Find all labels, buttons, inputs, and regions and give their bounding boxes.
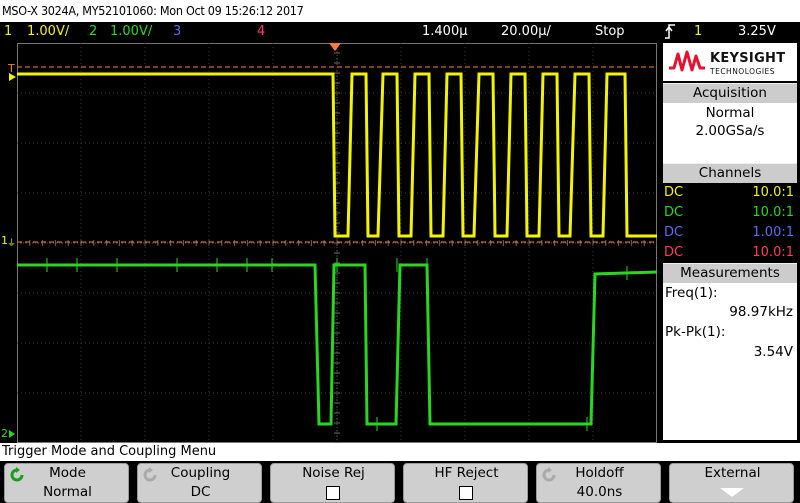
channel-probe: 1.00:1 [752, 225, 794, 240]
run-state[interactable]: Stop [595, 22, 625, 42]
acquisition-body: Normal 2.00GSa/s [663, 103, 797, 163]
softkey-noise-rej-label: Noise Rej [302, 465, 365, 481]
trigger-arrow-icon [9, 73, 16, 81]
measurement-value-pkpk: 3.54V [753, 344, 793, 360]
softkey-external[interactable]: External [669, 463, 794, 503]
title-bar: MSO-X 3024A, MY52101060: Mon Oct 09 15:2… [0, 0, 800, 22]
measurements-header: Measurements [663, 263, 797, 283]
ch2-marker-label: 2 [1, 427, 8, 440]
measurement-value-freq: 98.97kHz [729, 304, 793, 320]
measurements-body: Freq(1): 98.97kHz Pk-Pk(1): 3.54V [663, 283, 797, 440]
softkey-holdoff-label: Holdoff [575, 465, 624, 481]
time-scale[interactable]: 20.00µ/ [501, 22, 551, 42]
channels-list: DC 10.0:1 DC 10.0:1 DC 1.00:1 DC 10.0:1 [663, 183, 797, 263]
softkey-mode[interactable]: Mode Normal [4, 463, 129, 503]
ch1-number[interactable]: 1 [4, 22, 12, 42]
channel-row-4[interactable]: DC 10.0:1 [663, 243, 797, 263]
menu-title: Trigger Mode and Coupling Menu [2, 444, 217, 459]
hf-reject-checkbox[interactable] [459, 486, 473, 500]
softkey-mode-label: Mode [49, 465, 86, 481]
trigger-level[interactable]: 3.25V [738, 22, 776, 42]
measurement-label-pkpk: Pk-Pk(1): [665, 324, 726, 340]
ground-icon: ⏚ [7, 239, 17, 249]
softkey-coupling-label: Coupling [170, 465, 231, 481]
menu-title-bar: Trigger Mode and Coupling Menu [0, 443, 800, 461]
logo-sub: TECHNOLOGIES [710, 67, 776, 76]
window-title: MSO-X 3024A, MY52101060: Mon Oct 09 15:2… [2, 3, 304, 18]
time-delay[interactable]: 1.400µ [422, 22, 468, 42]
graticule [17, 43, 657, 443]
softkey-hf-reject-label: HF Reject [434, 465, 499, 481]
keysight-logo: KEYSIGHT TECHNOLOGIES [663, 43, 797, 81]
trigger-marker[interactable]: T [0, 62, 16, 82]
logo-brand: KEYSIGHT [710, 51, 786, 66]
channel-row-2[interactable]: DC 10.0:1 [663, 203, 797, 223]
channel-coupling: DC [664, 225, 684, 240]
ch1-ground-marker[interactable]: 1 ⏚ [0, 234, 16, 256]
softkey-bar: Mode Normal Coupling DC Noise Rej HF Rej… [0, 461, 800, 503]
channel-probe: 10.0:1 [752, 205, 794, 220]
waveform-display[interactable] [17, 43, 657, 443]
right-panel: KEYSIGHT TECHNOLOGIES Acquisition Normal… [660, 43, 800, 443]
ch3-number[interactable]: 3 [173, 22, 181, 42]
trigger-channel[interactable]: 1 [694, 22, 702, 42]
channel-probe: 10.0:1 [752, 185, 794, 200]
channel-row-3[interactable]: DC 1.00:1 [663, 223, 797, 243]
acquisition-mode: Normal [705, 105, 755, 121]
ch4-number[interactable]: 4 [257, 22, 265, 42]
softkey-coupling[interactable]: Coupling DC [137, 463, 262, 503]
channels-header: Channels [663, 163, 797, 183]
softkey-noise-rej[interactable]: Noise Rej [270, 463, 395, 503]
noise-rej-checkbox[interactable] [326, 486, 340, 500]
channel-coupling: DC [664, 185, 684, 200]
status-bar: 1 1.00V/ 2 1.00V/ 3 4 1.400µ 20.00µ/ Sto… [0, 22, 800, 42]
ch2-arrow-icon [9, 430, 15, 438]
ch1-scale[interactable]: 1.00V/ [27, 22, 69, 42]
channel-coupling: DC [664, 245, 684, 260]
acquisition-rate: 2.00GSa/s [695, 123, 765, 139]
channel-row-1[interactable]: DC 10.0:1 [663, 183, 797, 203]
trigger-position-icon[interactable] [329, 43, 341, 51]
ch2-ground-marker[interactable]: 2 [0, 427, 16, 443]
keysight-wave-icon [669, 50, 705, 72]
ch2-scale[interactable]: 1.00V/ [110, 22, 152, 42]
channel-coupling: DC [664, 205, 684, 220]
softkey-coupling-value: DC [190, 484, 211, 500]
acquisition-header: Acquisition [663, 83, 797, 103]
softkey-external-label: External [704, 465, 761, 481]
softkey-holdoff[interactable]: Holdoff 40.0ns [536, 463, 661, 503]
softkey-mode-value: Normal [43, 484, 92, 500]
channel-probe: 10.0:1 [752, 245, 794, 260]
down-arrow-icon [720, 488, 744, 497]
ch2-number[interactable]: 2 [89, 22, 97, 42]
measurement-label-freq: Freq(1): [665, 285, 718, 301]
softkey-holdoff-value: 40.0ns [576, 484, 623, 500]
softkey-hf-reject[interactable]: HF Reject [403, 463, 528, 503]
